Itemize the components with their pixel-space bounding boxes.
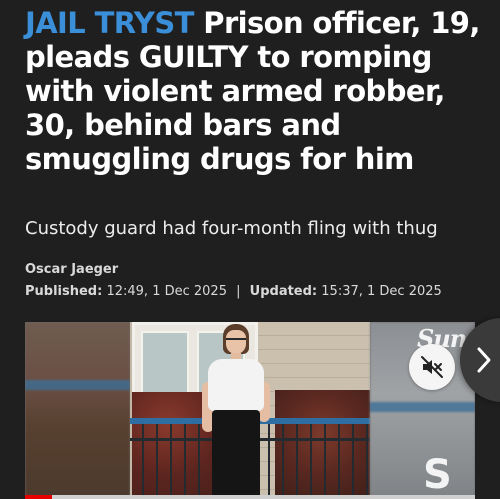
chevron-right-icon xyxy=(477,347,491,373)
headline-kicker: JAIL TRYST xyxy=(25,6,194,40)
article-standfirst: Custody guard had four-month fling with … xyxy=(25,218,438,239)
published-time: 12:49, 1 Dec 2025 xyxy=(106,284,227,299)
video-blur-left xyxy=(25,322,130,499)
mute-button[interactable] xyxy=(409,344,455,390)
video-progress-bar[interactable] xyxy=(25,495,475,499)
video-frame xyxy=(130,322,370,499)
video-progress-fill xyxy=(25,495,52,499)
date-separator: | xyxy=(236,284,241,299)
woman-figure xyxy=(200,324,280,499)
brand-watermark-bottom: S xyxy=(423,452,452,498)
article-dates: Published: 12:49, 1 Dec 2025 | Updated: … xyxy=(25,284,495,299)
article-headline: JAIL TRYST Prison officer, 19, pleads GU… xyxy=(25,6,485,176)
updated-time: 15:37, 1 Dec 2025 xyxy=(321,284,442,299)
published-label: Published: xyxy=(25,284,103,299)
updated-label: Updated: xyxy=(249,284,318,299)
speaker-muted-icon xyxy=(421,356,443,378)
video-player[interactable]: Sun S xyxy=(25,322,475,499)
author-name[interactable]: Oscar Jaeger xyxy=(25,262,118,277)
